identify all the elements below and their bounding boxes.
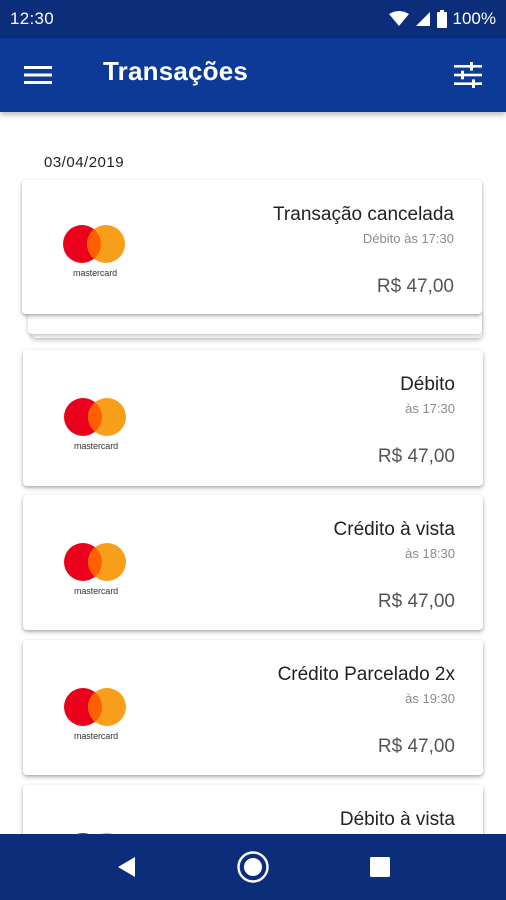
system-nav-bar [0, 834, 506, 900]
status-icons: 100% [388, 9, 496, 29]
transaction-card[interactable]: mastercard Crédito Parcelado 2x às 19:30… [23, 640, 483, 775]
hamburger-menu-icon [24, 66, 52, 84]
transaction-amount: R$ 47,00 [377, 591, 455, 612]
transaction-subtitle: às 18:30 [405, 546, 455, 561]
transaction-card[interactable]: mastercard Crédito à vista às 18:30 R$ 4… [23, 495, 483, 630]
app-bar: Transações [0, 38, 506, 112]
mastercard-circles-icon [64, 688, 126, 726]
status-time: 12:30 [10, 9, 55, 28]
sliders-filter-icon [454, 62, 482, 88]
menu-button[interactable] [14, 54, 62, 96]
battery-icon [436, 10, 447, 28]
transaction-subtitle: às 19:30 [405, 691, 455, 706]
brand-label: mastercard [73, 441, 118, 451]
transaction-amount: R$ 47,00 [376, 276, 454, 297]
wifi-icon [388, 11, 409, 26]
transaction-title: Débito à vista [339, 809, 455, 830]
back-triangle-icon [118, 857, 135, 877]
brand-label: mastercard [72, 268, 117, 278]
mastercard-circles-icon [64, 543, 126, 581]
recents-square-icon [370, 857, 390, 877]
status-bar: 12:30 100% [0, 0, 506, 38]
mastercard-logo: mastercard [63, 687, 129, 743]
transaction-subtitle: Débito às 17:30 [362, 231, 454, 246]
signal-icon [415, 12, 430, 26]
transaction-card[interactable]: mastercard Débito às 17:30 R$ 47,00 [23, 350, 483, 486]
battery-percentage: 100% [452, 9, 496, 28]
transaction-title: Débito [400, 374, 455, 395]
transaction-title: Crédito Parcelado 2x [277, 664, 455, 685]
transaction-amount: R$ 47,00 [377, 446, 455, 467]
nav-back-button[interactable] [102, 843, 150, 891]
brand-label: mastercard [73, 586, 118, 596]
transaction-subtitle: às 17:30 [405, 401, 455, 416]
mastercard-logo: mastercard [63, 542, 129, 598]
transaction-card[interactable]: mastercard Transação cancelada Débito às… [22, 180, 482, 314]
mastercard-logo: mastercard [63, 397, 129, 453]
filter-button[interactable] [444, 54, 492, 96]
transaction-amount: R$ 47,00 [377, 736, 455, 757]
nav-recents-button[interactable] [356, 843, 404, 891]
transactions-list[interactable]: 03/04/2019 mastercard Transação cancelad… [0, 112, 506, 834]
transaction-title: Crédito à vista [333, 519, 455, 540]
date-group-label: 03/04/2019 [44, 154, 125, 171]
mastercard-circles-icon [63, 225, 125, 263]
mastercard-circles-icon [64, 398, 126, 436]
home-circle-icon [237, 851, 269, 883]
brand-label: mastercard [73, 731, 118, 741]
mastercard-logo: mastercard [62, 224, 128, 280]
nav-home-button[interactable] [229, 843, 277, 891]
transaction-card[interactable]: Débito à vista [23, 785, 483, 834]
transaction-title: Transação cancelada [273, 204, 454, 225]
page-title: Transações [103, 56, 249, 86]
